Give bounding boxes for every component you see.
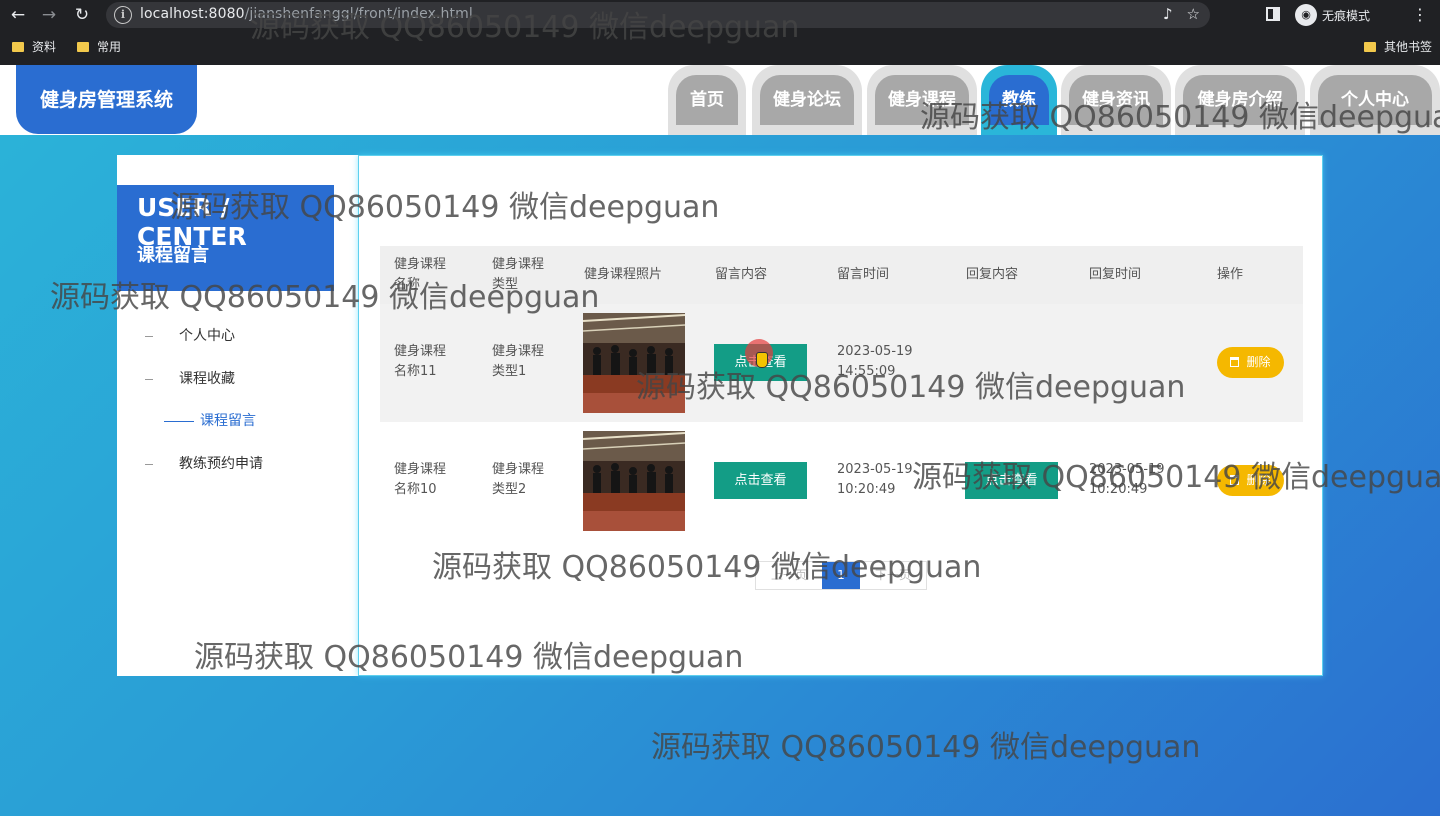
menu-kebab-icon[interactable]: ⋮ [1412,5,1428,24]
col-course-type: 健身课程类型 [492,257,545,292]
trash-icon [1230,357,1240,367]
nav-tab-gym-intro[interactable]: 健身房介绍 [1175,65,1305,135]
col-message-content: 留言内容 [715,267,768,282]
message-date: 2023-05-19 [837,344,913,359]
col-reply-time: 回复时间 [1089,267,1142,282]
site-logo[interactable]: 健身房管理系统 [16,65,197,134]
folder-icon [12,42,24,52]
table-row: 健身课程名称10 健身课程类型2 点击查看 2023-05-19 10:20:4… [380,422,1303,540]
table-header: 健身课程名称 健身课程类型 健身课程照片 留言内容 留言时间 回复内容 回复时间… [380,246,1303,304]
address-bar[interactable]: i localhost:8080/jianshenfanggl/front/in… [106,2,1210,28]
url-host: localhost:8080 [140,6,245,22]
col-actions: 操作 [1217,267,1244,282]
forward-icon[interactable]: → [38,4,60,26]
nav-tab-courses[interactable]: 健身课程 [867,65,977,135]
message-clock: 14:55:09 [837,364,896,379]
page-number-1[interactable]: 1 [822,562,860,589]
sidebar-item-course-favorites[interactable]: 课程收藏 [145,368,235,388]
reload-icon[interactable]: ↻ [71,4,93,26]
course-name-cell: 健身课程名称11 [394,344,447,379]
course-name-cell: 健身课程名称10 [394,462,447,497]
user-center-sidebar: USER / CENTER 课程留言 个人中心 课程收藏 课程留言 教练预约申请 [117,155,358,676]
message-clock: 10:20:49 [837,482,896,497]
page-body: 健身房管理系统 首页 健身论坛 健身课程 教练 健身资讯 健身房介绍 个人中心 … [0,65,1440,816]
bookmarks-bar: 资料 常用 其他书签 [0,34,1440,60]
sidebar-item-course-messages[interactable]: 课程留言 [164,410,256,430]
sidebar-title-cn: 课程留言 [137,245,209,266]
site-info-icon[interactable]: i [114,6,132,24]
view-message-button[interactable]: 点击查看 [714,462,807,499]
course-photo [583,313,685,413]
reply-date: 2023-05-19 [1089,462,1165,477]
col-course-name: 健身课程名称 [394,257,447,292]
course-type-cell: 健身课程类型1 [492,344,545,379]
message-date: 2023-05-19 [837,462,913,477]
trash-icon [1230,475,1240,485]
folder-icon [1364,42,1376,52]
col-reply-content: 回复内容 [966,267,1019,282]
side-panel-icon[interactable] [1266,7,1280,21]
sidebar-item-coach-booking[interactable]: 教练预约申请 [145,453,263,473]
bookmark-folder-other[interactable]: 其他书签 [1364,38,1432,55]
bookmark-folder-changyong[interactable]: 常用 [77,38,121,55]
view-reply-button[interactable]: 点击查看 [965,462,1058,499]
url-path: /jianshenfanggl/front/index.html [244,6,473,22]
nav-tab-home[interactable]: 首页 [668,65,746,135]
prev-page-button[interactable]: 上一页 [756,562,822,589]
incognito-label: 无痕模式 [1322,9,1371,23]
course-type-cell: 健身课程类型2 [492,462,545,497]
col-message-time: 留言时间 [837,267,890,282]
main-content-card: 健身课程名称 健身课程类型 健身课程照片 留言内容 留言时间 回复内容 回复时间… [358,155,1323,676]
nav-tab-news[interactable]: 健身资讯 [1061,65,1171,135]
pagination: 上一页 1 下一页 [755,561,927,590]
blocked-sound-icon[interactable]: ♪ [1163,5,1173,23]
sidebar-item-user-center[interactable]: 个人中心 [145,325,235,345]
next-page-button[interactable]: 下一页 [860,562,926,589]
table-row: 健身课程名称11 健身课程类型1 2023-05-19 14:55:09 删除 [380,304,1303,422]
delete-button[interactable]: 删除 [1217,465,1284,496]
delete-button[interactable]: 删除 [1217,347,1284,378]
back-icon[interactable]: ← [7,4,29,26]
course-photo [583,431,685,531]
site-header: 健身房管理系统 首页 健身论坛 健身课程 教练 健身资讯 健身房介绍 个人中心 [0,65,1440,135]
col-course-photo: 健身课程照片 [584,267,663,282]
nav-tab-forum[interactable]: 健身论坛 [752,65,862,135]
bookmark-star-icon[interactable]: ☆ [1187,5,1200,23]
bookmark-folder-ziliao[interactable]: 资料 [12,38,56,55]
incognito-icon[interactable]: ◉ [1295,4,1317,26]
browser-chrome: ← → ↻ i localhost:8080/jianshenfanggl/fr… [0,0,1440,65]
folder-icon [77,42,89,52]
reply-clock: 10:20:49 [1089,482,1148,497]
hand-cursor-icon [756,352,768,368]
sidebar-header: USER / CENTER 课程留言 [117,185,334,291]
nav-tab-user-center[interactable]: 个人中心 [1310,65,1440,135]
nav-tab-coach[interactable]: 教练 [981,65,1057,135]
